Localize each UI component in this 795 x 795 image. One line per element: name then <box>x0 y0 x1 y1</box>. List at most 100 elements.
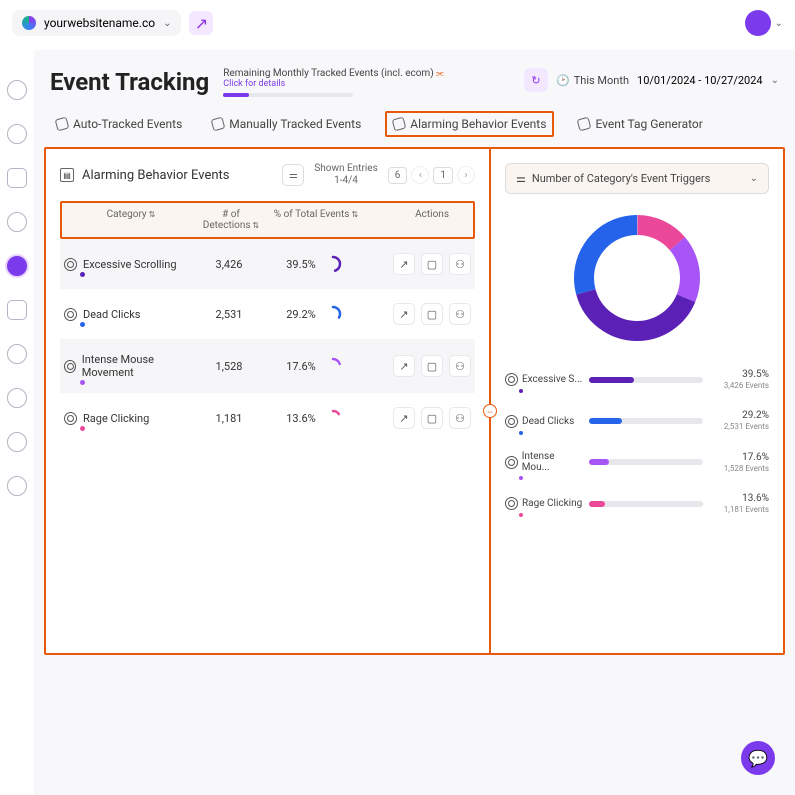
user-button[interactable]: ⚇ <box>449 253 471 275</box>
row-name: Dead Clicks <box>83 308 141 321</box>
clock-icon: 🕑 <box>556 74 570 87</box>
table-row: Dead Clicks 2,531 29.2% ↗ ▢ ⚇ <box>60 289 475 339</box>
legend-bar <box>589 501 703 507</box>
tab-event-tag-generator[interactable]: Event Tag Generator <box>572 111 708 137</box>
help-fab[interactable]: 💬 <box>741 741 775 775</box>
site-name: yourwebsitename.co <box>44 16 155 30</box>
date-range: 10/01/2024 - 10/27/2024 <box>637 74 763 87</box>
tab-auto-tracked[interactable]: Auto-Tracked Events <box>50 111 188 137</box>
legend-events: 3,426 Events <box>709 381 769 391</box>
color-dot <box>519 431 523 435</box>
user-button[interactable]: ⚇ <box>449 303 471 325</box>
target-icon <box>64 360 76 373</box>
click-details-link[interactable]: Click for details <box>223 79 444 89</box>
chat-icon: 💬 <box>748 749 768 768</box>
tab-manually-tracked[interactable]: Manually Tracked Events <box>206 111 367 137</box>
target-icon <box>505 497 518 510</box>
prev-page-button[interactable]: ‹ <box>411 166 429 184</box>
row-name: Rage Clicking <box>83 412 149 425</box>
row-detections: 1,181 <box>194 412 264 425</box>
color-dot <box>80 380 85 385</box>
target-icon <box>64 308 77 321</box>
site-selector[interactable]: yourwebsitename.co ⌄ <box>12 10 181 36</box>
open-external-button[interactable]: ↗ <box>189 11 213 35</box>
color-dot <box>80 426 85 431</box>
row-name: Excessive Scrolling <box>83 258 177 271</box>
external-link-icon: ↗ <box>195 14 208 33</box>
user-button[interactable]: ⚇ <box>449 407 471 429</box>
row-arc <box>324 305 342 323</box>
sort-icon[interactable]: ⇅ <box>253 221 260 230</box>
remaining-label: Remaining Monthly Tracked Events (incl. … <box>223 68 433 79</box>
chart-selector[interactable]: ⚌Number of Category's Event Triggers ⌄ <box>505 163 769 194</box>
sort-icon[interactable]: ⇅ <box>149 210 156 219</box>
tab-alarming-behavior[interactable]: Alarming Behavior Events <box>385 111 554 137</box>
col-actions: Actions <box>415 209 449 220</box>
row-arc <box>324 409 342 427</box>
nav-globe-icon[interactable] <box>7 388 27 408</box>
record-button[interactable]: ▢ <box>421 355 443 377</box>
row-arc <box>324 255 342 273</box>
panel-icon: ▤ <box>60 168 74 182</box>
col-category[interactable]: Category <box>107 209 147 220</box>
legend-row: Intense Mou... 17.6%1,528 Events <box>505 451 769 474</box>
chart-title: Number of Category's Event Triggers <box>532 172 710 185</box>
target-icon <box>64 258 77 271</box>
open-button[interactable]: ↗ <box>393 407 415 429</box>
chevron-down-icon: ⌄ <box>163 18 171 29</box>
period-selector[interactable]: 🕑 This Month <box>556 74 629 87</box>
panel-title: Alarming Behavior Events <box>82 168 230 183</box>
tag-icon <box>392 117 407 132</box>
color-dot <box>519 389 523 393</box>
filter-button[interactable]: ⚌ <box>282 164 304 186</box>
nav-chat-icon[interactable] <box>7 300 27 320</box>
nav-pie-icon[interactable] <box>7 124 27 144</box>
shown-entries-label: Shown Entries <box>314 163 377 175</box>
legend-pct: 29.2% <box>742 410 769 421</box>
row-detections: 3,426 <box>194 258 264 271</box>
color-dot <box>519 476 523 480</box>
col-pct[interactable]: % of Total Events <box>274 209 350 220</box>
nav-signal-icon[interactable] <box>7 212 27 232</box>
refresh-button[interactable]: ↻ <box>524 68 548 92</box>
period-label: This Month <box>574 74 629 87</box>
sort-icon[interactable]: ⇅ <box>351 210 358 219</box>
record-button[interactable]: ▢ <box>421 303 443 325</box>
nav-target-icon[interactable] <box>7 256 27 276</box>
donut-chart <box>567 208 707 348</box>
legend-row: Rage Clicking 13.6%1,181 Events <box>505 492 769 515</box>
col-detections[interactable]: # of Detections <box>203 209 251 231</box>
nav-user-icon[interactable] <box>7 476 27 496</box>
tag-icon <box>55 117 70 132</box>
table-row: Rage Clicking 1,181 13.6% ↗ ▢ ⚇ <box>60 393 475 443</box>
record-button[interactable]: ▢ <box>421 407 443 429</box>
user-menu[interactable]: ⌄ <box>745 10 783 36</box>
next-page-button[interactable]: › <box>457 166 475 184</box>
legend-pct: 13.6% <box>742 493 769 504</box>
nav-play-icon[interactable] <box>7 80 27 100</box>
legend-name: Dead Clicks <box>522 416 574 427</box>
row-pct: 13.6% <box>286 412 316 425</box>
row-arc <box>324 357 342 375</box>
color-dot <box>80 322 85 327</box>
nav-shield-icon[interactable] <box>7 344 27 364</box>
user-button[interactable]: ⚇ <box>449 355 471 377</box>
open-button[interactable]: ↗ <box>393 355 415 377</box>
resize-handle[interactable]: ⇔ <box>483 404 497 418</box>
row-pct: 17.6% <box>286 360 316 373</box>
globe-icon <box>22 16 36 30</box>
avatar <box>745 10 771 36</box>
record-button[interactable]: ▢ <box>421 253 443 275</box>
open-button[interactable]: ↗ <box>393 253 415 275</box>
row-pct: 29.2% <box>286 308 316 321</box>
chevron-down-icon[interactable]: ⌄ <box>771 75 779 86</box>
nav-gear-icon[interactable] <box>7 432 27 452</box>
page-size[interactable]: 6 <box>388 167 408 184</box>
shown-entries-value: 1-4/4 <box>314 175 377 187</box>
chevron-down-icon: ⌄ <box>750 173 758 184</box>
usage-bar <box>223 93 353 97</box>
table-row: Intense Mouse Movement 1,528 17.6% ↗ ▢ ⚇ <box>60 339 475 393</box>
legend-name: Intense Mou... <box>522 451 583 473</box>
nav-bag-icon[interactable] <box>7 168 27 188</box>
open-button[interactable]: ↗ <box>393 303 415 325</box>
